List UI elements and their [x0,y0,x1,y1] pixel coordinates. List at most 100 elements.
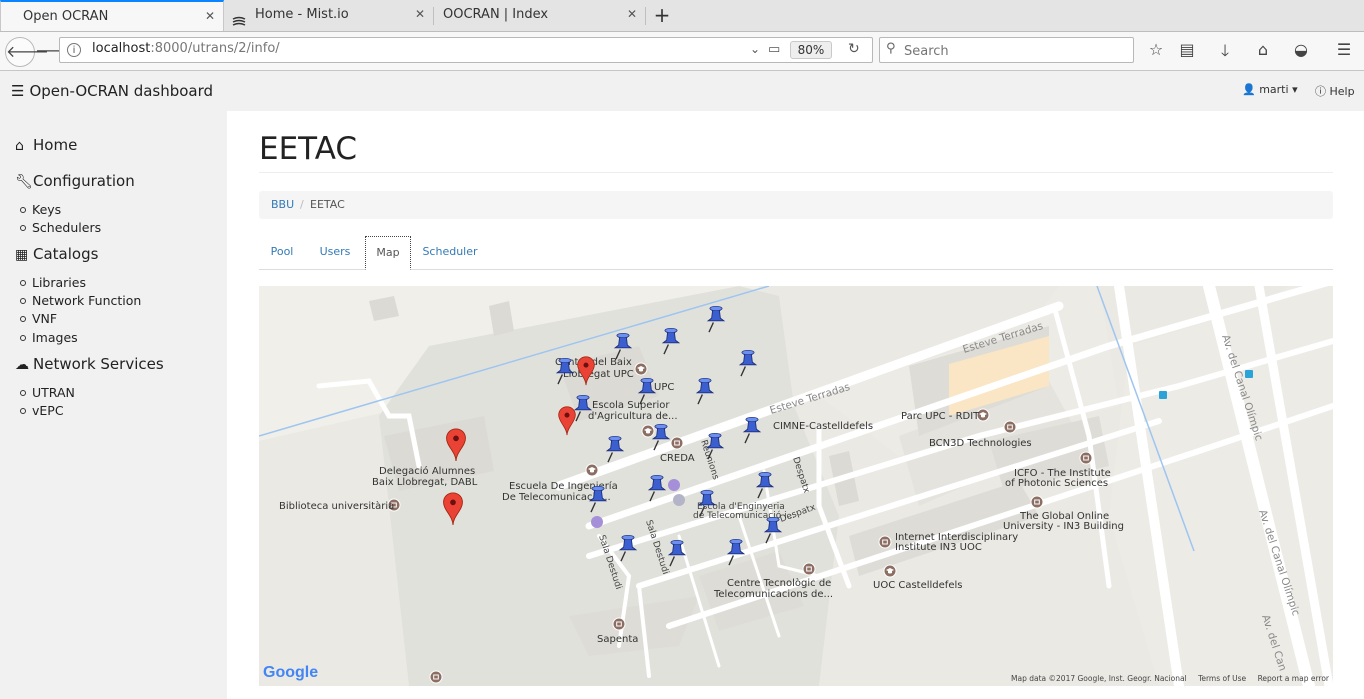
browser-tab-strip: Open OCRAN ✕ Home - Mist.io ✕ OOCRAN | I… [0,0,1364,32]
sidebar-item-network-function[interactable]: Network Function [20,293,141,308]
map-label: Llobregat UPC [563,369,634,380]
tab-title: OOCRAN | Index [443,7,549,22]
sidebar: ⌂ Home 🔧︎Configuration Keys Schedulers ▦ C… [0,111,227,699]
mist-favicon-icon [232,9,246,26]
sidebar-item-home[interactable]: ⌂ Home [15,136,77,154]
bookmark-star-icon[interactable]: ☆ [1145,40,1167,59]
tab-scheduler[interactable]: Scheduler [416,236,484,269]
tab-pool[interactable]: Pool [259,236,305,269]
map-label: CIMNE-Castelldefels [773,421,873,432]
map-label: d'Agricultura de... [588,411,678,422]
map-label: University - IN3 Building [1003,521,1124,532]
map-attribution: Map data ©2017 Google, Inst. Geogr. Naci… [1011,674,1187,683]
info-icon[interactable]: i [67,43,81,57]
url-bar[interactable]: i localhost:8000/utrans/2/info/ ⌄ ▭ 80% … [59,37,873,63]
bullet-icon [20,389,26,396]
breadcrumb-link-bbu[interactable]: BBU [271,191,294,219]
hamburger-icon[interactable]: ☰ [11,82,24,100]
divider [259,172,1333,173]
sidebar-item-images[interactable]: Images [20,330,78,345]
map-label: Delegació Alumnes [379,465,475,477]
close-icon[interactable]: ✕ [205,1,215,32]
map-canvas[interactable]: Centre del Baix Llobregat UPC UPC Escola… [259,286,1333,686]
bullet-icon [20,224,26,231]
map-label: CREDA [660,453,695,464]
menu-icon[interactable]: ☰ [1333,40,1355,59]
library-icon[interactable]: ▤ [1176,40,1198,59]
breadcrumb-separator: / [300,198,304,211]
map-label: of Photonic Sciences [1005,478,1108,489]
browser-tab-open-ocran[interactable]: Open OCRAN ✕ [0,0,224,31]
sidebar-item-label: Catalogs [33,245,99,263]
user-menu[interactable]: 👤 marti ▾ [1242,83,1298,96]
search-icon: ⚲ [886,41,896,56]
url-path: :8000/utrans/2/info/ [150,41,280,56]
main-content: EETAC BBU / EETAC Pool Users Map Schedul… [227,111,1364,699]
sidebar-item-label: Configuration [33,172,135,190]
wrench-icon: 🔧︎ [15,174,33,190]
sidebar-item-schedulers[interactable]: Schedulers [20,220,101,235]
bullet-icon [20,334,26,341]
tab-separator [645,7,646,25]
bullet-icon [20,407,26,414]
browser-tab-mist[interactable]: Home - Mist.io ✕ [224,0,433,31]
back-button[interactable]: 🡐 [5,37,49,67]
map-label: UPC [654,382,674,393]
caret-down-icon: ▾ [1292,83,1298,96]
sidebar-item-vepc[interactable]: vEPC [20,403,64,418]
close-icon[interactable]: ✕ [627,0,637,30]
map-label: Centre Tecnològic de [727,577,831,589]
reload-icon[interactable]: ↻ [848,41,860,57]
sidebar-item-label: UTRAN [32,385,75,400]
map-label: Telecomunicacions de... [713,589,833,600]
grid-icon: ▦ [15,247,29,263]
sidebar-item-configuration[interactable]: 🔧︎Configuration [15,172,135,190]
page-title: EETAC [259,131,358,167]
sidebar-item-utran[interactable]: UTRAN [20,385,75,400]
sidebar-item-label: Libraries [32,275,86,290]
close-icon[interactable]: ✕ [415,0,425,30]
sidebar-item-label: Home [33,136,78,154]
zoom-level[interactable]: 80% [790,41,832,59]
forward-button[interactable]: 🡒 [35,39,78,63]
home-icon[interactable]: ⌂ [1252,40,1274,59]
map-footer: Map data ©2017 Google, Inst. Geogr. Naci… [1002,674,1329,683]
browser-tab-oocran[interactable]: OOCRAN | Index ✕ [433,0,645,31]
map-label: BCN3D Technologies [929,438,1032,449]
chevron-down-icon[interactable]: ⌄ [750,42,760,56]
brand[interactable]: ☰ Open-OCRAN dashboard [11,82,213,100]
question-circle-icon: ⓘ [1315,85,1326,98]
help-link[interactable]: ⓘ Help [1315,83,1355,99]
sidebar-item-keys[interactable]: Keys [20,202,61,217]
cloud-icon: ☁ [15,357,29,373]
sidebar-item-libraries[interactable]: Libraries [20,275,86,290]
bullet-icon [20,279,26,286]
pocket-icon[interactable]: ◒ [1290,40,1312,59]
url-text[interactable]: localhost:8000/utrans/2/info/ [92,41,280,56]
reader-view-icon[interactable]: ▭ [768,42,780,57]
new-tab-button[interactable]: + [651,3,673,27]
tab-map[interactable]: Map [365,236,411,270]
browser-toolbar: 🡐 🡒 i localhost:8000/utrans/2/info/ ⌄ ▭ … [0,32,1364,71]
sidebar-item-label: Network Function [32,293,142,308]
sidebar-item-label: Images [32,330,78,345]
bullet-icon [20,297,26,304]
sidebar-item-label: VNF [32,311,58,326]
sidebar-item-catalogs[interactable]: ▦ Catalogs [15,245,98,263]
tab-users[interactable]: Users [310,236,360,269]
bullet-icon [20,315,26,322]
sidebar-item-label: Keys [32,202,62,217]
search-input[interactable] [902,41,1126,61]
sidebar-item-network-services[interactable]: ☁ Network Services [15,355,164,373]
report-error-link[interactable]: Report a map error [1258,674,1329,683]
map-label: Escola Superior [592,400,670,411]
map-view[interactable]: Centre del Baix Llobregat UPC UPC Escola… [259,286,1333,686]
tab-title: Home - Mist.io [255,7,349,22]
breadcrumb-current: EETAC [310,198,345,211]
terms-link[interactable]: Terms of Use [1198,674,1246,683]
search-bar[interactable]: ⚲ [879,37,1134,63]
download-icon[interactable]: 🡓 [1214,40,1236,67]
app-header: ☰ Open-OCRAN dashboard 👤 marti ▾ ⓘ Help [0,71,1364,111]
map-label: Baix Llobregat, DABL [372,477,478,488]
sidebar-item-vnf[interactable]: VNF [20,311,57,326]
